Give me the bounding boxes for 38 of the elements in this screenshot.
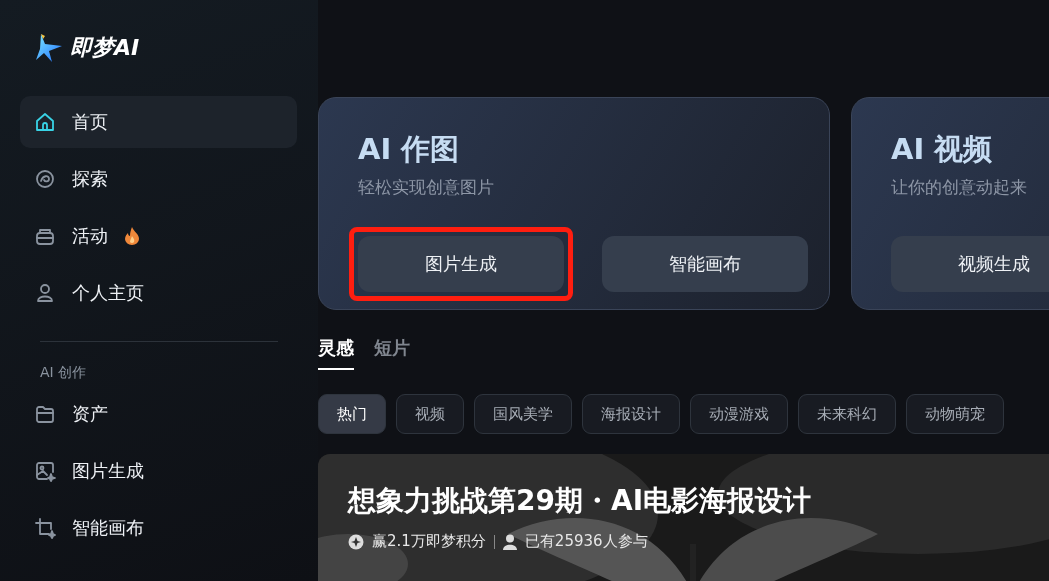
crop-sparkle-icon: [34, 517, 56, 539]
logo-text: 即梦AI: [70, 34, 140, 62]
tab[interactable]: 短片: [374, 336, 410, 370]
tab[interactable]: 灵感: [318, 336, 354, 370]
person-icon: [502, 533, 517, 550]
sidebar-item[interactable]: 个人主页: [20, 267, 297, 319]
category-chip[interactable]: 热门: [318, 394, 386, 434]
card-subtitle: 轻松实现创意图片: [358, 176, 495, 199]
fire-icon: [124, 227, 140, 245]
home-icon: [34, 111, 56, 133]
sidebar-item[interactable]: 首页: [20, 96, 297, 148]
medal-icon: [348, 533, 364, 550]
card-title: AI 视频: [891, 131, 993, 168]
action-button[interactable]: 智能画布: [602, 236, 808, 292]
action-button[interactable]: 图片生成: [358, 236, 564, 292]
sidebar-item[interactable]: 智能画布: [20, 502, 297, 554]
logo-icon: [34, 33, 64, 63]
sidebar-item[interactable]: 活动: [20, 210, 297, 262]
sidebar-item[interactable]: 资产: [20, 388, 297, 440]
category-chip[interactable]: 未来科幻: [798, 394, 896, 434]
participants-text: 已有25936人参与: [524, 532, 648, 551]
category-chip[interactable]: 动漫游戏: [690, 394, 788, 434]
category-chip[interactable]: 动物萌宠: [906, 394, 1004, 434]
category-chip[interactable]: 海报设计: [582, 394, 680, 434]
sidebar-item[interactable]: 图片生成: [20, 445, 297, 497]
card-title: AI 作图: [358, 131, 460, 168]
swirl-icon: [34, 168, 56, 190]
reward-text: 赢2.1万即梦积分: [372, 532, 486, 551]
image-sparkle-icon: [34, 460, 56, 482]
category-chip[interactable]: 视频: [396, 394, 464, 434]
card-subtitle: 让你的创意动起来: [891, 176, 1028, 199]
category-chip[interactable]: 国风美学: [474, 394, 572, 434]
section-title: AI 创作: [39, 364, 87, 382]
person-icon: [34, 282, 56, 304]
action-button[interactable]: 视频生成: [891, 236, 1049, 292]
folder-icon: [34, 403, 56, 425]
banner-title: 想象力挑战第29期・AI电影海报设计: [348, 483, 812, 519]
sidebar-item[interactable]: 探索: [20, 153, 297, 205]
